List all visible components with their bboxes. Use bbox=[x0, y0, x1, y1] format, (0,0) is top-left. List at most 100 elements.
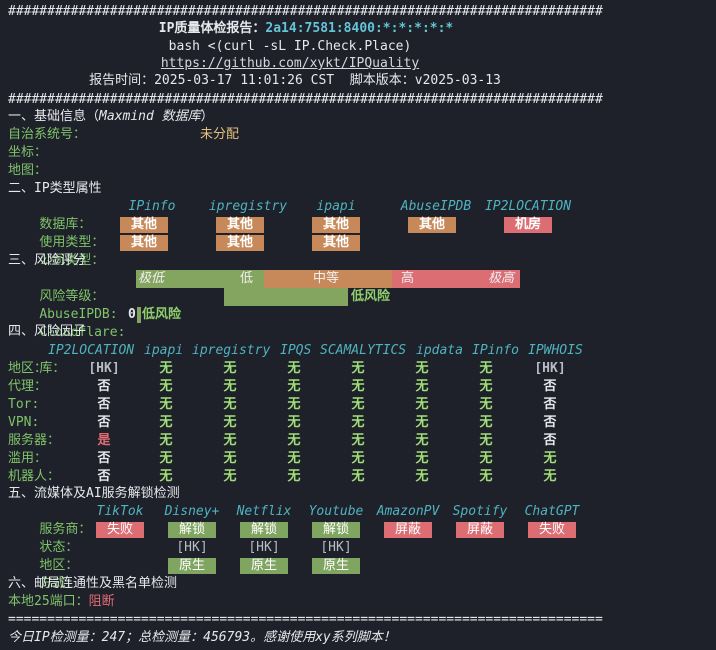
section-risk-heading: 三、风险评分 bbox=[8, 253, 87, 268]
separator-footer: ========================================… bbox=[8, 612, 603, 627]
factor-row-label: VPN: bbox=[8, 415, 40, 430]
factor-cell: 无 bbox=[223, 415, 237, 430]
usage-type-badge: 机房 bbox=[504, 217, 552, 233]
media-status-badge: 失败 bbox=[96, 522, 144, 538]
factor-db-name: IP2LOCATION bbox=[48, 343, 135, 358]
company-type-badge: 其他 bbox=[312, 235, 360, 251]
separator-top: ########################################… bbox=[8, 4, 603, 19]
factor-cell: 否 bbox=[97, 469, 111, 484]
usage-type-badge: 其他 bbox=[312, 217, 360, 233]
factor-cell: 无 bbox=[415, 379, 429, 394]
factor-cell: 无 bbox=[223, 361, 237, 376]
factor-cell: 无 bbox=[287, 397, 301, 412]
factor-cell: 无 bbox=[223, 433, 237, 448]
media-method-badge: 原生 bbox=[312, 558, 360, 574]
factor-cell: 否 bbox=[97, 379, 111, 394]
factor-cell: 无 bbox=[223, 397, 237, 412]
asn-value: 未分配 bbox=[200, 127, 240, 142]
map-label: 地图： bbox=[8, 163, 48, 178]
factor-cell: 无 bbox=[479, 451, 493, 466]
factor-cell: 否 bbox=[543, 433, 557, 448]
iptype-db-name: AbuseIPDB bbox=[400, 199, 472, 214]
media-service-name: Youtube bbox=[308, 504, 364, 519]
port25-row: 本地25端口：阻断 bbox=[8, 594, 115, 609]
media-status-badge: 解锁 bbox=[168, 522, 216, 538]
factor-cell: 无 bbox=[479, 469, 493, 484]
command-line: bash <(curl -sL IP.Check.Place) bbox=[168, 39, 412, 54]
iptype-db-row: 数据库： IPinfo ipregistry ipapi AbuseIPDB IP2LO… bbox=[8, 198, 708, 232]
section-iptype-heading: 二、IP类型属性 bbox=[8, 181, 102, 196]
factor-cell: 无 bbox=[223, 379, 237, 394]
factor-cell: 无 bbox=[159, 379, 173, 394]
factor-row-label: Tor: bbox=[8, 397, 40, 412]
cloudflare-score: 0 bbox=[128, 307, 136, 322]
factor-cell: 无 bbox=[223, 451, 237, 466]
factor-row: 滥用： 否 无 无 无 无 无 无 无 bbox=[8, 450, 708, 468]
factor-db-name: IPinfo bbox=[472, 343, 519, 358]
usage-type-badge: 其他 bbox=[216, 217, 264, 233]
risk-scale-high: 高 bbox=[401, 271, 415, 286]
section-factors-heading: 四、风险因子 bbox=[8, 324, 87, 339]
factor-row: 地区： [HK] 无 无 无 无 无 无 [HK] bbox=[8, 360, 708, 378]
factor-cell: 无 bbox=[351, 397, 365, 412]
usage-type-badge: 其他 bbox=[120, 217, 168, 233]
media-status-row: 状态： 失败 解锁 解锁 解锁 屏蔽 屏蔽 失败 bbox=[8, 521, 708, 555]
factor-cell: 无 bbox=[159, 433, 173, 448]
factor-cell: 无 bbox=[543, 451, 557, 466]
factor-cell: 无 bbox=[479, 397, 493, 412]
media-region-value: [HK] bbox=[176, 540, 208, 555]
factors-db-row: 库： IP2LOCATION ipapi ipregistry IPQS SCAMALY… bbox=[39, 343, 583, 376]
footer-stats: 今日IP检测量：247；总检测量：456793。感谢使用xy系列脚本！ bbox=[8, 630, 396, 645]
factor-cell: 是 bbox=[97, 433, 111, 448]
factor-cell: 无 bbox=[415, 451, 429, 466]
media-service-name: Disney+ bbox=[164, 504, 220, 519]
ip-address: 2a14:7581:8400:*:*:*:*:* bbox=[265, 21, 454, 36]
factor-cell: 无 bbox=[351, 469, 365, 484]
iptype-db-name: IPinfo bbox=[128, 199, 176, 214]
factor-cell: 无 bbox=[351, 379, 365, 394]
company-type-badge: 其他 bbox=[216, 235, 264, 251]
coord-label: 坐标： bbox=[8, 145, 48, 160]
factor-row: Tor: 否 无 无 无 无 无 无 否 bbox=[8, 396, 708, 414]
factor-cell: 无 bbox=[287, 469, 301, 484]
factor-cell: 无 bbox=[159, 361, 173, 376]
media-region-value: [HK] bbox=[248, 540, 280, 555]
media-region-value: [HK] bbox=[320, 540, 352, 555]
factor-cell: 无 bbox=[287, 415, 301, 430]
factor-cell: 无 bbox=[351, 433, 365, 448]
risk-level-row: 风险等级： 极低 低 中等 高 极高 bbox=[8, 270, 708, 304]
abuseipdb-row: AbuseIPDB: 低风险 bbox=[39, 288, 391, 322]
media-service-name: TikTok bbox=[96, 504, 144, 519]
factor-cell: 无 bbox=[159, 451, 173, 466]
factor-cell: 无 bbox=[287, 451, 301, 466]
report-time: 报告时间：2025-03-17 11:01:26 CST 脚本版本：v2025-… bbox=[89, 73, 501, 88]
factor-cell: 无 bbox=[479, 379, 493, 394]
factor-db-name: SCAMALYTICS bbox=[320, 343, 407, 358]
factor-row: 代理： 否 无 无 无 无 无 无 否 bbox=[8, 378, 708, 396]
factor-cell: 无 bbox=[479, 433, 493, 448]
factor-cell: 否 bbox=[97, 415, 111, 430]
factor-cell: 否 bbox=[543, 397, 557, 412]
media-method-row: 方式： 原生 原生 原生 bbox=[8, 557, 708, 591]
factor-cell: 无 bbox=[287, 361, 301, 376]
media-status-badge: 解锁 bbox=[240, 522, 288, 538]
factor-cell: 无 bbox=[223, 469, 237, 484]
company-type-badge: 其他 bbox=[120, 235, 168, 251]
factor-cell: 无 bbox=[287, 379, 301, 394]
report-title: IP质量体检报告：2a14:7581:8400:*:*:*:*:* bbox=[158, 21, 454, 36]
factor-cell: 否 bbox=[97, 451, 111, 466]
factor-cell: 无 bbox=[159, 469, 173, 484]
media-service-name: Spotify bbox=[452, 504, 508, 519]
factor-cell: 无 bbox=[415, 415, 429, 430]
repo-link[interactable]: https://github.com/xykt/IPQuality bbox=[161, 56, 419, 71]
media-service-name: AmazonPV bbox=[376, 504, 440, 519]
abuseipdb-value: 低风险 bbox=[351, 289, 391, 304]
media-method-badge: 原生 bbox=[240, 558, 288, 574]
factor-cell: 无 bbox=[479, 361, 493, 376]
factor-cell: 无 bbox=[415, 433, 429, 448]
factor-db-name: ipregistry bbox=[192, 343, 271, 358]
factor-cell: 无 bbox=[159, 397, 173, 412]
usage-type-badge: 其他 bbox=[408, 217, 456, 233]
factor-cell: 无 bbox=[415, 469, 429, 484]
section-media-heading: 五、流媒体及AI服务解锁检测 bbox=[8, 486, 180, 501]
